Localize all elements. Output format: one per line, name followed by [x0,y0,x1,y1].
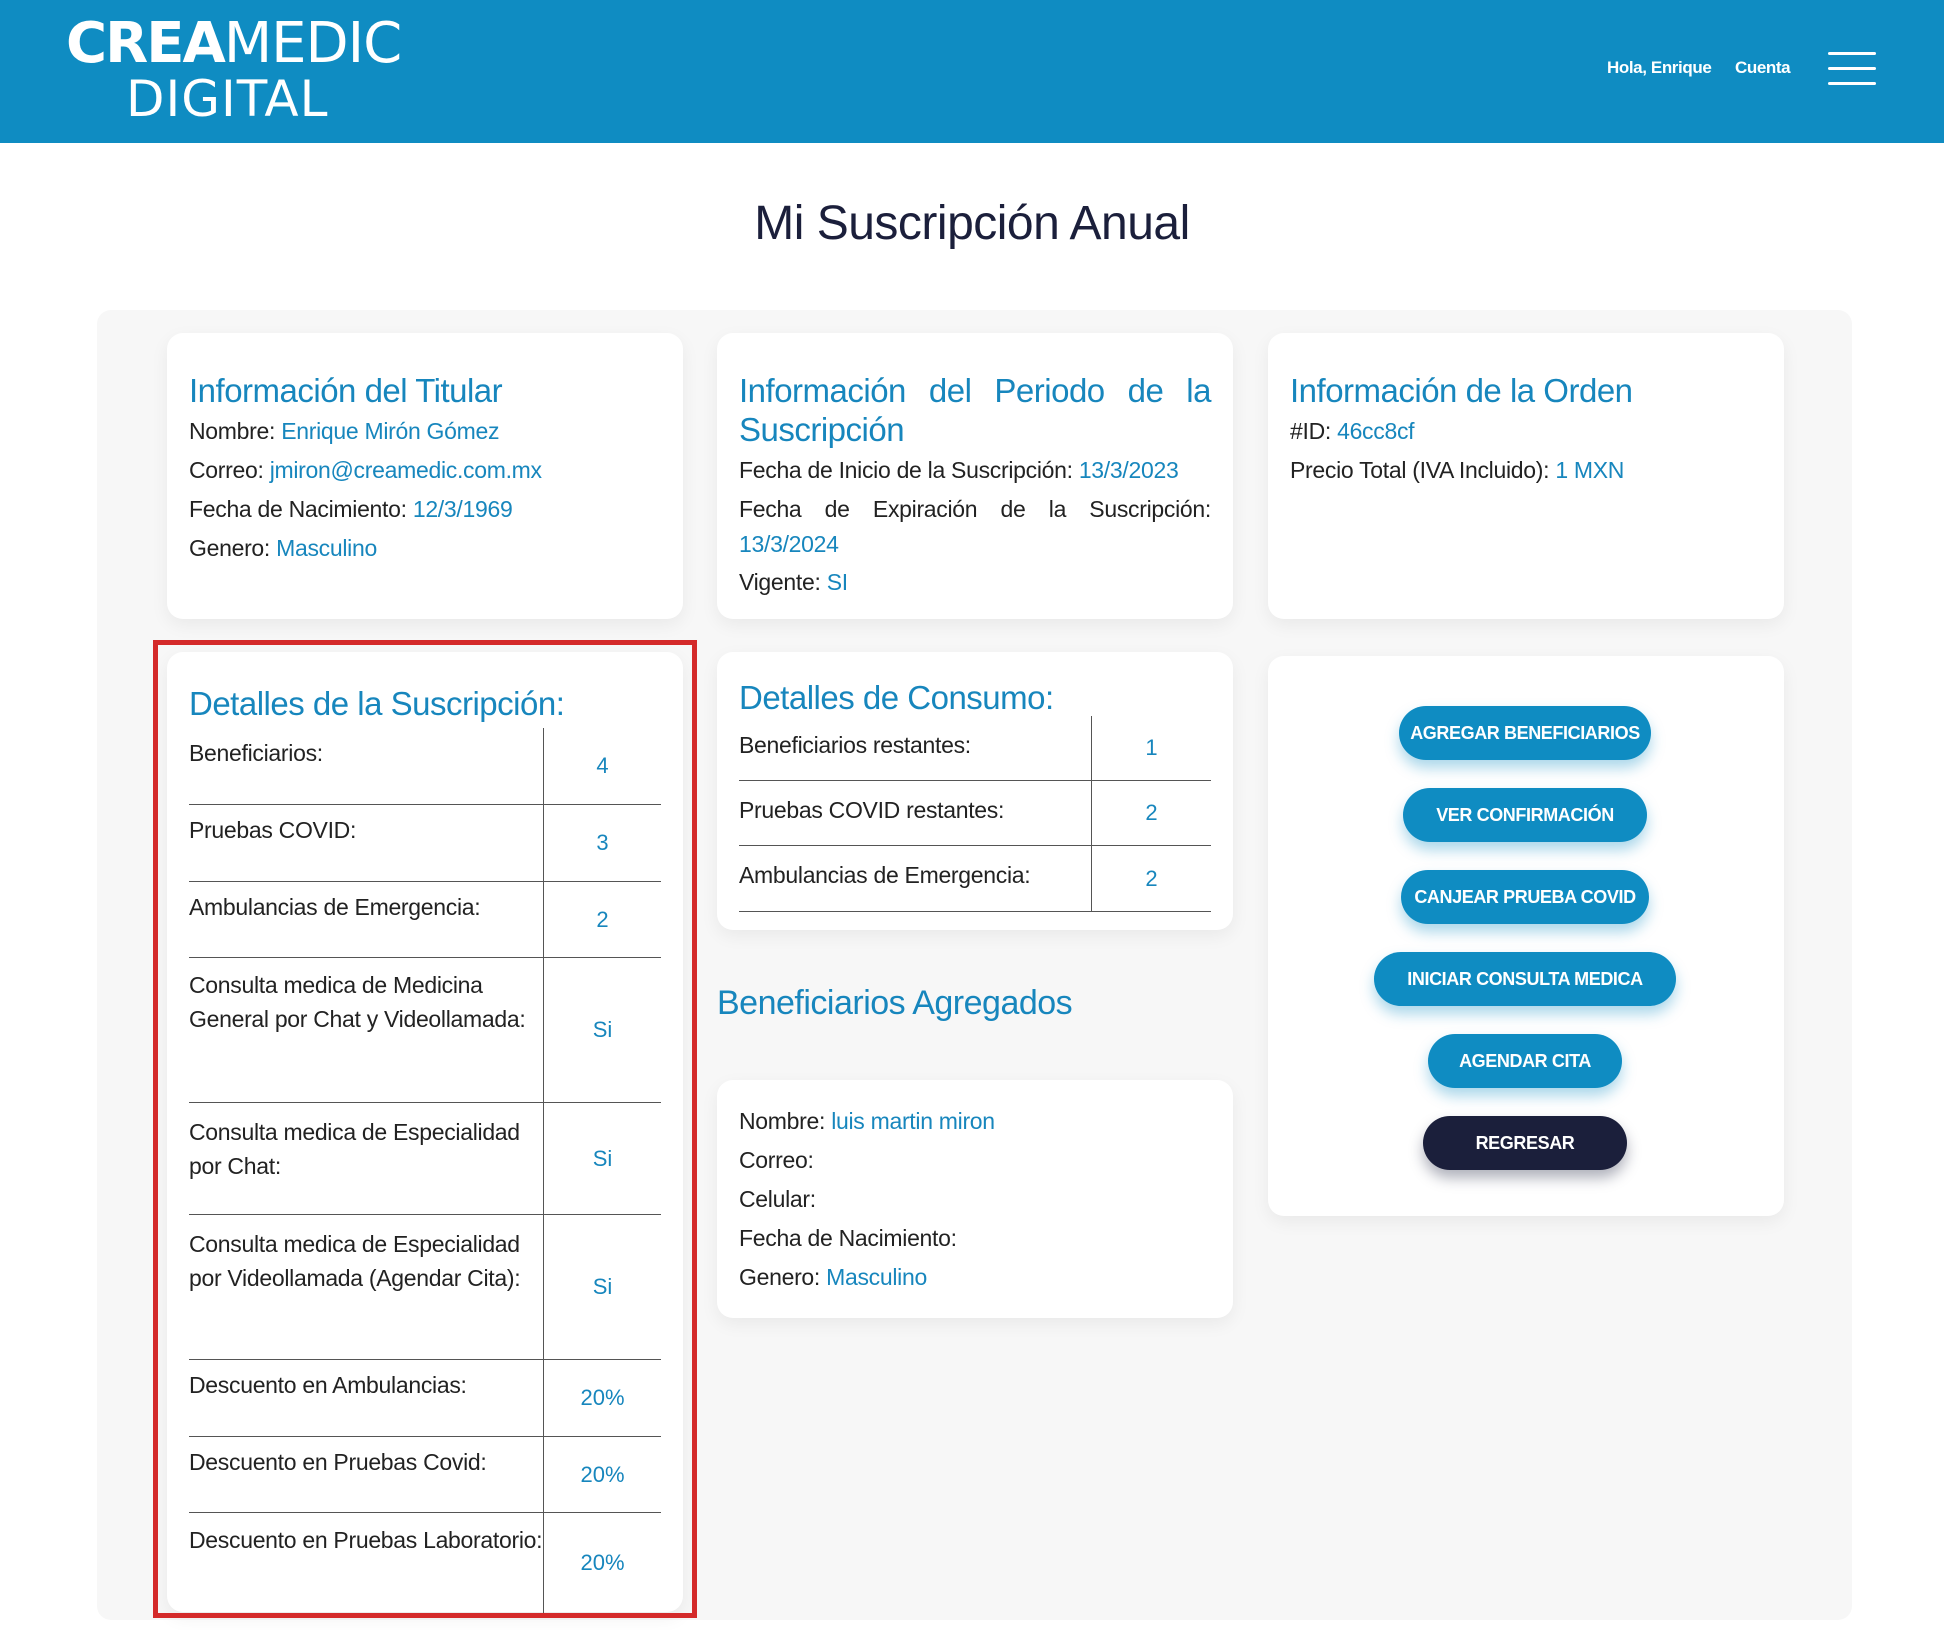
periodo-expiracion-value: 13/3/2024 [739,531,839,557]
beneficiario-nombre: Nombre: luis martin miron [739,1108,995,1134]
titular-nombre: Nombre: Enrique Mirón Gómez [189,418,500,444]
beneficiario-card: Nombre: luis martin miron Correo: Celula… [717,1080,1233,1318]
titular-genero: Genero: Masculino [189,535,377,561]
periodo-expiracion-label: Fecha de Expiración de la Suscripción: [739,496,1211,522]
table-row: Ambulancias de Emergencia: 2 [739,846,1211,912]
consumo-card: Detalles de Consumo: Beneficiarios resta… [717,652,1233,930]
titular-title: Información del Titular [189,372,503,409]
beneficiarios-title: Beneficiarios Agregados [717,984,1073,1022]
logo-digital: DIGITAL [126,70,329,128]
titular-card: Información del Titular Nombre: Enrique … [167,333,683,619]
beneficiario-correo: Correo: [739,1147,814,1173]
actions-card: AGREGAR BENEFICIARIOS VER CONFIRMACIÓN C… [1268,656,1784,1216]
creamedic-logo[interactable]: CREAMEDIC DIGITAL [66,11,402,128]
logo-wordmark: CREAMEDIC [66,11,402,76]
periodo-inicio: Fecha de Inicio de la Suscripción: 13/3/… [739,457,1179,483]
consumo-table: Beneficiarios restantes: 1 Pruebas COVID … [739,716,1211,912]
table-row: Beneficiarios restantes: 1 [739,716,1211,781]
account-link[interactable]: Cuenta [1735,58,1791,78]
titular-correo: Correo: jmiron@creamedic.com.mx [189,457,542,483]
agendar-cita-button[interactable]: AGENDAR CITA [1428,1034,1622,1088]
beneficiario-genero: Genero: Masculino [739,1264,927,1290]
beneficiario-celular: Celular: [739,1186,816,1212]
user-greeting: Hola, Enrique [1607,58,1712,77]
periodo-title: Información del Periodo de la Suscripció… [739,372,1212,448]
orden-precio: Precio Total (IVA Incluido): 1 MXN [1290,457,1625,483]
orden-title: Información de la Orden [1290,372,1633,409]
top-navbar: CREAMEDIC DIGITAL Hola, Enrique Cuenta [0,0,1944,143]
consumo-title: Detalles de Consumo: [739,679,1054,716]
titular-nacimiento: Fecha de Nacimiento: 12/3/1969 [189,496,513,522]
beneficiario-nacimiento: Fecha de Nacimiento: [739,1225,957,1251]
agregar-beneficiarios-button[interactable]: AGREGAR BENEFICIARIOS [1399,706,1651,760]
menu-icon[interactable] [1828,52,1876,86]
highlight-box [153,640,697,1618]
orden-id: #ID: 46cc8cf [1290,418,1415,444]
canjear-prueba-covid-button[interactable]: CANJEAR PRUEBA COVID [1401,870,1649,924]
table-row: Pruebas COVID restantes: 2 [739,781,1211,846]
orden-card: Información de la Orden #ID: 46cc8cf Pre… [1268,333,1784,619]
iniciar-consulta-medica-button[interactable]: INICIAR CONSULTA MEDICA [1374,952,1676,1006]
periodo-vigente: Vigente: SI [739,569,848,595]
ver-confirmacion-button[interactable]: VER CONFIRMACIÓN [1403,788,1647,842]
regresar-button[interactable]: REGRESAR [1423,1116,1627,1170]
page-title: Mi Suscripción Anual [754,197,1190,250]
periodo-card: Información del Periodo de la Suscripció… [717,333,1233,619]
